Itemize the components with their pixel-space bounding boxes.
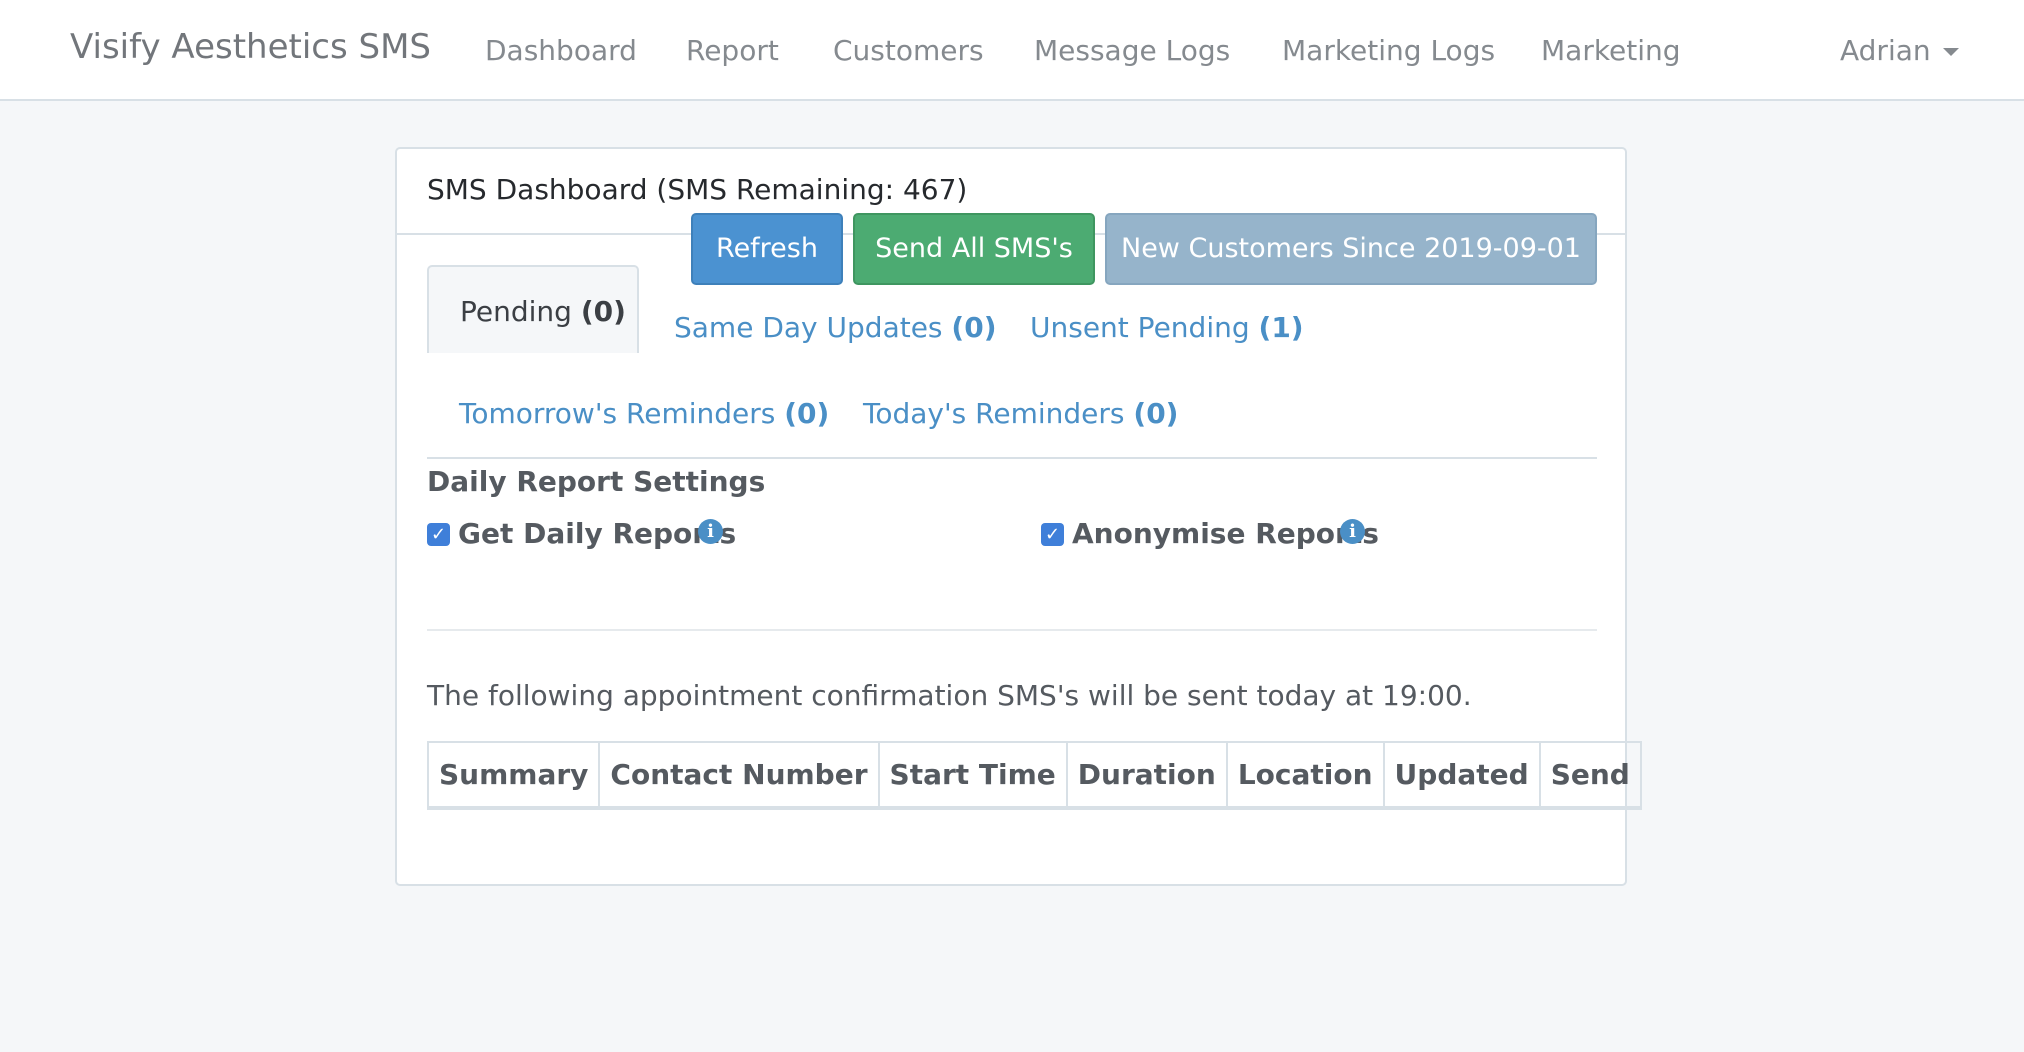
tab-label: Same Day Updates <box>674 311 943 344</box>
new-customers-button[interactable]: New Customers Since 2019-09-01 <box>1105 213 1597 285</box>
tab-todays-reminders[interactable]: Today's Reminders (0) <box>863 397 1178 430</box>
schedule-info-text: The following appointment confirmation S… <box>427 679 1472 712</box>
daily-report-settings-title: Daily Report Settings <box>427 465 766 498</box>
get-daily-reports-label: Get Daily Reports <box>458 517 737 550</box>
nav-marketing-logs[interactable]: Marketing Logs <box>1282 34 1495 67</box>
sms-dashboard-panel: SMS Dashboard (SMS Remaining: 467) Refre… <box>395 147 1642 886</box>
checkbox-checked-icon[interactable]: ✓ <box>1041 523 1064 546</box>
column-header-updated: Updated <box>1382 741 1541 810</box>
info-icon[interactable]: i <box>698 519 723 544</box>
column-header-contact-number: Contact Number <box>598 741 880 810</box>
nav-dashboard[interactable]: Dashboard <box>485 34 637 67</box>
pending-sms-table: Summary Contact Number Start Time Durati… <box>426 741 1642 810</box>
refresh-button[interactable]: Refresh <box>691 213 843 285</box>
tab-label: Unsent Pending <box>1030 311 1250 344</box>
top-navbar: Visify Aesthetics SMS Dashboard Report C… <box>0 0 2024 101</box>
column-header-location: Location <box>1225 741 1385 810</box>
caret-down-icon <box>1942 48 1959 56</box>
tab-label: Tomorrow's Reminders <box>459 397 776 430</box>
column-header-send: Send <box>1538 741 1642 810</box>
checkbox-checked-icon[interactable]: ✓ <box>427 523 450 546</box>
tab-count: (0) <box>580 295 626 328</box>
tab-count: (0) <box>1133 397 1179 430</box>
send-all-sms-button[interactable]: Send All SMS's <box>853 213 1095 285</box>
tab-label: Today's Reminders <box>863 397 1125 430</box>
column-header-duration: Duration <box>1065 741 1228 810</box>
tab-unsent-pending[interactable]: Unsent Pending (1) <box>1030 311 1304 344</box>
nav-message-logs[interactable]: Message Logs <box>1034 34 1230 67</box>
user-name: Adrian <box>1840 34 1931 67</box>
brand-link[interactable]: Visify Aesthetics SMS <box>70 27 431 67</box>
tab-count: (0) <box>951 311 997 344</box>
tab-same-day-updates[interactable]: Same Day Updates (0) <box>674 311 997 344</box>
tab-pending[interactable]: Pending (0) <box>427 265 639 353</box>
tab-count: (0) <box>784 397 830 430</box>
tab-label: Pending <box>460 295 572 328</box>
panel-title: SMS Dashboard (SMS Remaining: 467) <box>427 173 968 206</box>
user-menu[interactable]: Adrian <box>1840 34 1959 67</box>
tab-count: (1) <box>1258 311 1304 344</box>
column-header-start-time: Start Time <box>877 741 1068 810</box>
tab-tomorrows-reminders[interactable]: Tomorrow's Reminders (0) <box>459 397 829 430</box>
section-divider <box>427 629 1597 631</box>
column-header-summary: Summary <box>426 741 601 810</box>
info-icon[interactable]: i <box>1340 519 1365 544</box>
nav-customers[interactable]: Customers <box>833 34 984 67</box>
nav-marketing[interactable]: Marketing <box>1541 34 1681 67</box>
tabs-divider <box>427 457 1597 459</box>
nav-report[interactable]: Report <box>686 34 779 67</box>
anonymise-reports-label: Anonymise Reports <box>1072 517 1379 550</box>
table-header-row: Summary Contact Number Start Time Durati… <box>426 741 1642 810</box>
